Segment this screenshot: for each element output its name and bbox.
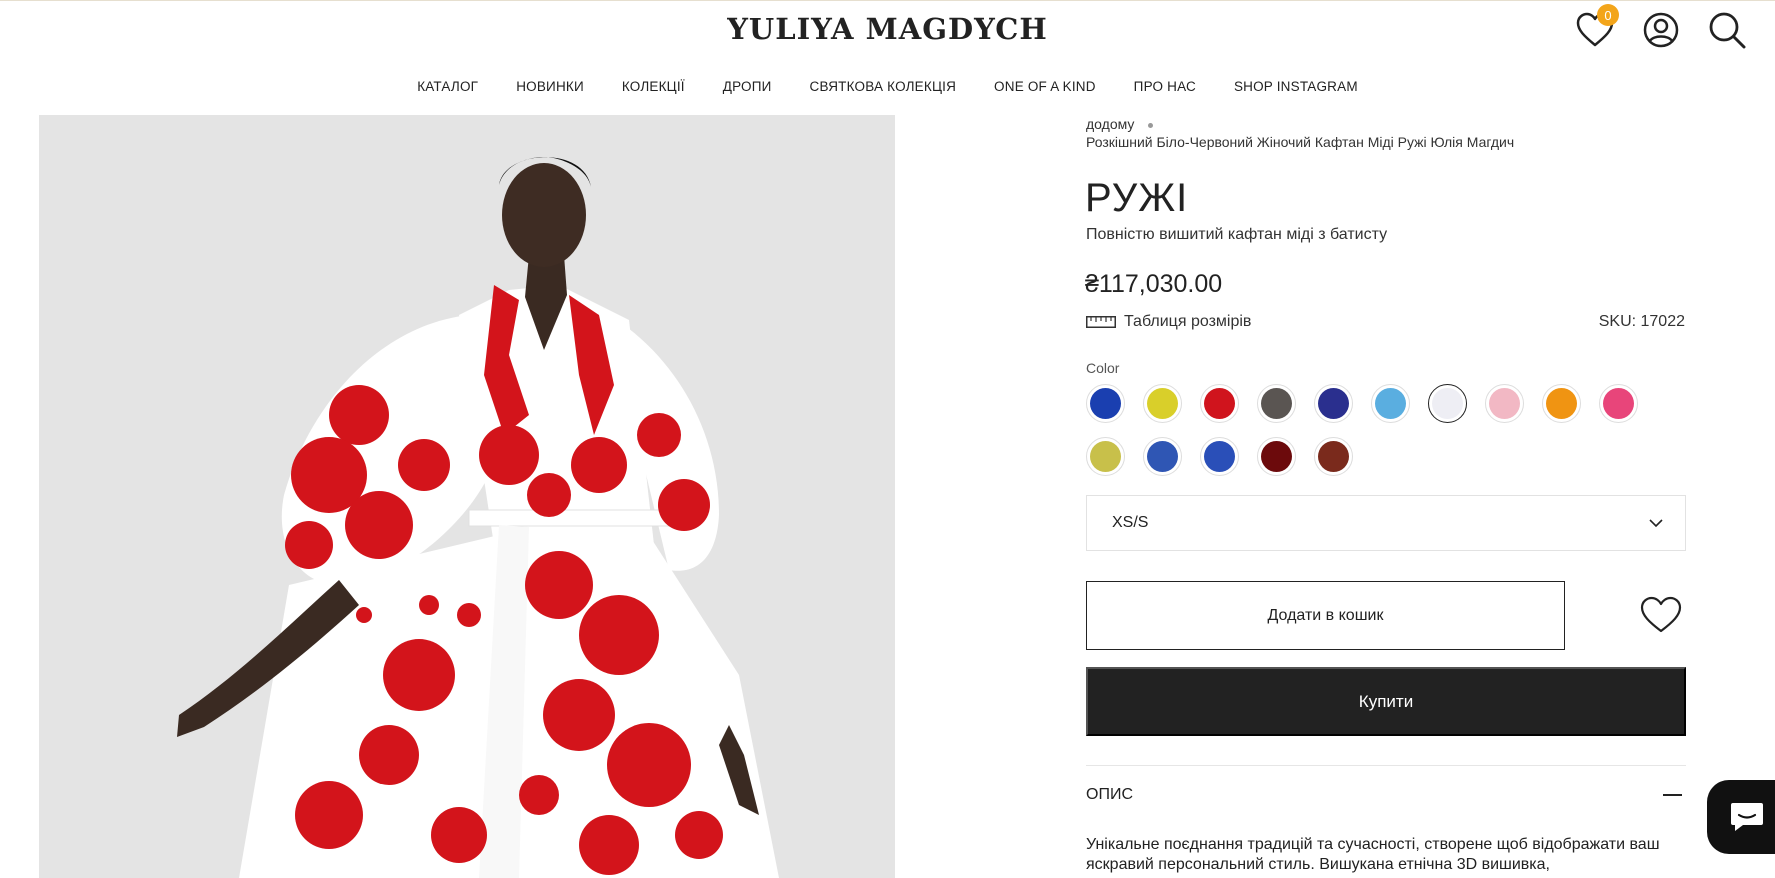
search-button[interactable]	[1707, 10, 1747, 50]
swatch-fill	[1375, 388, 1406, 419]
color-swatch-light-blue[interactable]	[1371, 384, 1410, 423]
nav-item-drops[interactable]: ДРОПИ	[704, 79, 791, 94]
nav-item-catalog[interactable]: КАТАЛОГ	[398, 79, 497, 94]
product-image[interactable]	[39, 115, 895, 878]
breadcrumb-home-link[interactable]: додому	[1086, 116, 1134, 132]
chevron-down-icon	[1649, 518, 1663, 527]
nav-item-about[interactable]: ПРО НАС	[1115, 79, 1215, 94]
color-swatch-pink-mint[interactable]	[1485, 384, 1524, 423]
nav-item-one-of-a-kind[interactable]: ONE OF A KIND	[975, 79, 1115, 94]
top-border	[0, 0, 1775, 1]
color-swatch-orange[interactable]	[1542, 384, 1581, 423]
color-swatch-blue[interactable]	[1086, 384, 1125, 423]
swatch-fill	[1489, 388, 1520, 419]
swatch-fill	[1147, 441, 1178, 472]
color-swatch-navy-white[interactable]	[1314, 384, 1353, 423]
header-actions: 0	[1575, 4, 1747, 50]
color-swatch-blue-yellow-2[interactable]	[1200, 437, 1239, 476]
site-logo[interactable]: YULIYA MAGDYCH	[0, 12, 1775, 46]
wishlist-count-badge: 0	[1597, 4, 1619, 26]
size-chart-label: Таблиця розмірів	[1124, 313, 1252, 330]
swatch-fill	[1318, 441, 1349, 472]
buy-now-button[interactable]: Купити	[1086, 667, 1686, 736]
add-to-wishlist-button[interactable]	[1638, 592, 1684, 638]
swatch-fill	[1603, 388, 1634, 419]
swatch-fill	[1147, 388, 1178, 419]
user-icon	[1643, 12, 1679, 48]
color-swatches	[1086, 384, 1646, 476]
color-swatch-yellow[interactable]	[1143, 384, 1182, 423]
size-select[interactable]: XS/S	[1086, 495, 1686, 551]
color-label: Color	[1086, 360, 1120, 376]
swatch-fill	[1090, 441, 1121, 472]
heart-icon	[1640, 596, 1682, 633]
swatch-fill	[1261, 388, 1292, 419]
color-swatch-grey-orange[interactable]	[1257, 384, 1296, 423]
nav-item-collections[interactable]: КОЛЕКЦІЇ	[603, 79, 704, 94]
breadcrumb-current: Розкішний Біло-Червоний Жіночий Кафтан М…	[1086, 134, 1515, 150]
swatch-fill	[1546, 388, 1577, 419]
color-swatch-blue-yellow-1[interactable]	[1143, 437, 1182, 476]
wishlist-button[interactable]: 0	[1575, 4, 1619, 50]
add-to-cart-button[interactable]: Додати в кошик	[1086, 581, 1565, 650]
description-heading: ОПИС	[1086, 786, 1133, 803]
nav-item-festive-collection[interactable]: СВЯТКОВА КОЛЕКЦІЯ	[791, 79, 976, 94]
model-in-dress-illustration	[177, 157, 779, 878]
size-select-value: XS/S	[1112, 514, 1149, 531]
product-subtitle: Повністю вишитий кафтан міді з батисту	[1086, 226, 1388, 243]
swatch-fill	[1432, 388, 1463, 419]
search-icon	[1709, 12, 1746, 49]
nav-item-new[interactable]: НОВИНКИ	[497, 79, 603, 94]
breadcrumb: додому Розкішний Біло-Червоний Жіночий К…	[1086, 115, 1514, 151]
main-nav: КАТАЛОГ НОВИНКИ КОЛЕКЦІЇ ДРОПИ СВЯТКОВА …	[0, 79, 1775, 94]
color-swatch-olive-yellow[interactable]	[1086, 437, 1125, 476]
color-swatch-white-red[interactable]	[1428, 384, 1467, 423]
color-swatch-pink-blue[interactable]	[1599, 384, 1638, 423]
product-sku: SKU: 17022	[1598, 313, 1685, 330]
chat-button[interactable]	[1707, 780, 1775, 854]
color-swatch-red[interactable]	[1200, 384, 1239, 423]
color-swatch-brown-white[interactable]	[1314, 437, 1353, 476]
breadcrumb-separator	[1148, 122, 1154, 128]
nav-item-shop-instagram[interactable]: SHOP INSTAGRAM	[1215, 79, 1377, 94]
color-swatch-dark-red[interactable]	[1257, 437, 1296, 476]
swatch-fill	[1204, 388, 1235, 419]
size-chart-link[interactable]: Таблиця розмірів	[1086, 313, 1251, 331]
product-price: ₴117,030.00	[1085, 270, 1223, 298]
description-accordion-toggle[interactable]: ОПИС	[1086, 786, 1682, 804]
minus-icon	[1663, 794, 1682, 796]
ruler-icon	[1086, 316, 1116, 328]
account-button[interactable]	[1641, 10, 1681, 50]
swatch-fill	[1090, 388, 1121, 419]
product-title: РУЖІ	[1085, 176, 1189, 220]
description-text: Унікальне поєднання традицій та сучаснос…	[1086, 836, 1660, 873]
chat-icon	[1731, 803, 1763, 831]
divider	[1086, 765, 1686, 766]
swatch-fill	[1204, 441, 1235, 472]
swatch-fill	[1261, 441, 1292, 472]
swatch-fill	[1318, 388, 1349, 419]
